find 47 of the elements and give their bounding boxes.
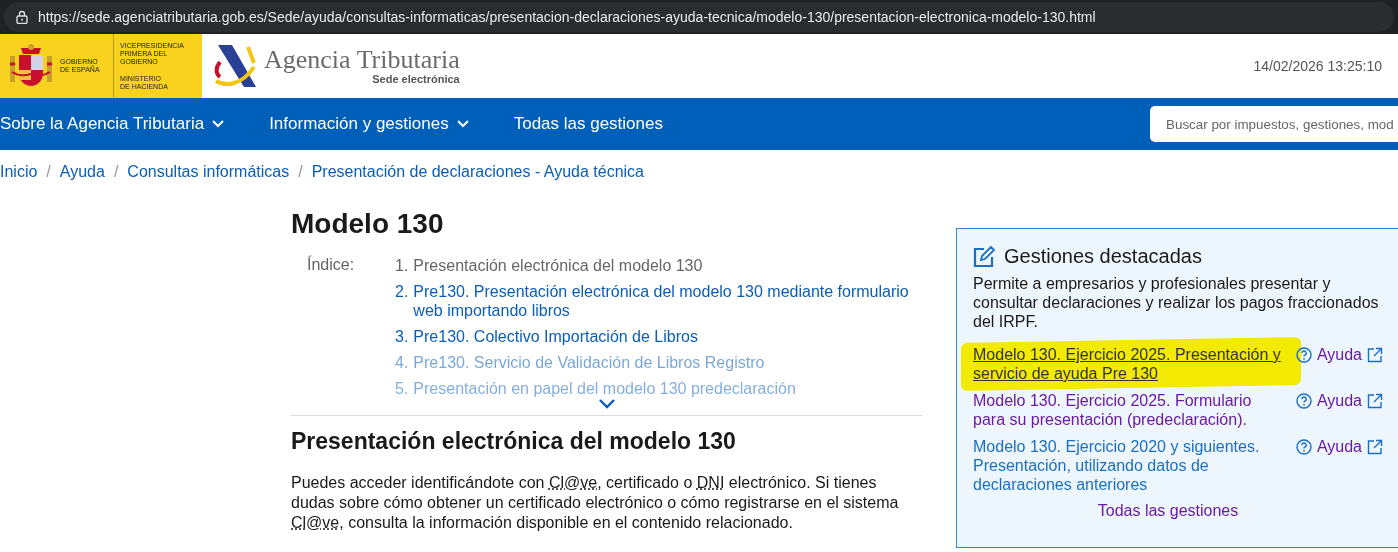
- lock-icon: [16, 10, 28, 24]
- procedure-link[interactable]: Modelo 130. Ejercicio 2020 y siguientes. Presentación, utilizando datos de declaraciones anteriores: [973, 437, 1282, 494]
- url-text: https://sede.agenciatributaria.gob.es/Sede/ayuda/consultas-informaticas/presentacion-declaraciones-ayuda-tecnica/modelo-130/presentacion-electronica-modelo-130.html: [38, 9, 1096, 25]
- breadcrumb-separator: /: [113, 163, 119, 181]
- search-field[interactable]: Buscar por impuestos, gestiones, mod: [1150, 106, 1398, 142]
- panel-title: Gestiones destacadas: [1004, 245, 1202, 268]
- site-subtitle: Sede electrónica: [372, 73, 460, 85]
- nav-menu-item[interactable]: Información y gestiones: [269, 114, 514, 134]
- breadcrumb-separator: /: [46, 163, 51, 181]
- index-number: 4.: [395, 353, 409, 372]
- index-number: 1.: [395, 256, 409, 275]
- external-link-icon: [1367, 347, 1383, 363]
- help-icon: [1295, 439, 1312, 455]
- external-link-icon: [1367, 393, 1383, 409]
- index-number: 3.: [395, 327, 409, 346]
- help-link[interactable]: Ayuda: [1295, 391, 1383, 429]
- index-link[interactable]: Pre130. Colectivo Importación de Libros: [413, 327, 698, 346]
- nav-menu-item[interactable]: Todas las gestiones: [513, 114, 708, 134]
- agency-name: Agencia Tributaria: [264, 47, 460, 73]
- nav-menu-item[interactable]: Sobre la Agencia Tributaria: [0, 114, 270, 134]
- procedure-link[interactable]: Modelo 130. Ejercicio 2025. Presentación y servicio de ayuda Pre 130: [973, 345, 1282, 383]
- chevron-down-icon[interactable]: [598, 398, 616, 409]
- breadcrumb-separator: /: [298, 163, 303, 181]
- index-link[interactable]: Presentación electrónica del modelo 130: [413, 256, 703, 275]
- help-link[interactable]: Ayuda: [1295, 345, 1383, 383]
- page-title: Modelo 130: [291, 208, 445, 240]
- breadcrumb-link[interactable]: Inicio: [0, 163, 38, 181]
- help-icon: [1295, 393, 1312, 409]
- agency-logo-icon: [212, 44, 258, 88]
- breadcrumb-link[interactable]: Presentación de declaraciones - Ayuda técnica: [311, 163, 644, 181]
- date-time: 14/02/2026 13:25:10: [1253, 58, 1383, 74]
- paragraph: Puedes acceder identificándote con Cl@ve, certificado o DNI electrónico. Si tienes dudas sobre cómo obtener un certificado electrónico o cómo registrarse en el sistema Cl@ve, consulta la información disponible en el contenido relacionado.: [291, 473, 900, 533]
- breadcrumb-link[interactable]: Ayuda: [59, 163, 105, 181]
- all-procedures-link[interactable]: Todas las gestiones: [1097, 502, 1239, 520]
- index-number: 5.: [395, 379, 409, 398]
- edit-icon: [973, 245, 995, 268]
- procedure-link[interactable]: Modelo 130. Ejercicio 2025. Formulario para su presentación (predeclaración).: [973, 391, 1282, 429]
- external-link-icon: [1367, 439, 1383, 455]
- help-link[interactable]: Ayuda: [1295, 437, 1383, 494]
- index-label: Índice:: [307, 256, 356, 275]
- panel-description: Permite a empresarios y profesionales presentar y consultar declaraciones y realizar los pagos fraccionados del IRPF.: [973, 274, 1380, 331]
- section-heading: Presentación electrónica del modelo 130: [291, 428, 737, 455]
- index-link[interactable]: Pre130. Presentación electrónica del modelo 130 mediante formulario web importando libros: [413, 282, 923, 320]
- breadcrumb-link[interactable]: Consultas informáticas: [127, 163, 290, 181]
- address-bar[interactable]: https://sede.agenciatributaria.gob.es/Sede/ayuda/consultas-informaticas/presentacion-declaraciones-ayuda-tecnica/modelo-130/presentacion-electronica-modelo-130.html: [4, 2, 1394, 32]
- help-icon: [1295, 347, 1312, 363]
- index-number: 2.: [395, 282, 409, 302]
